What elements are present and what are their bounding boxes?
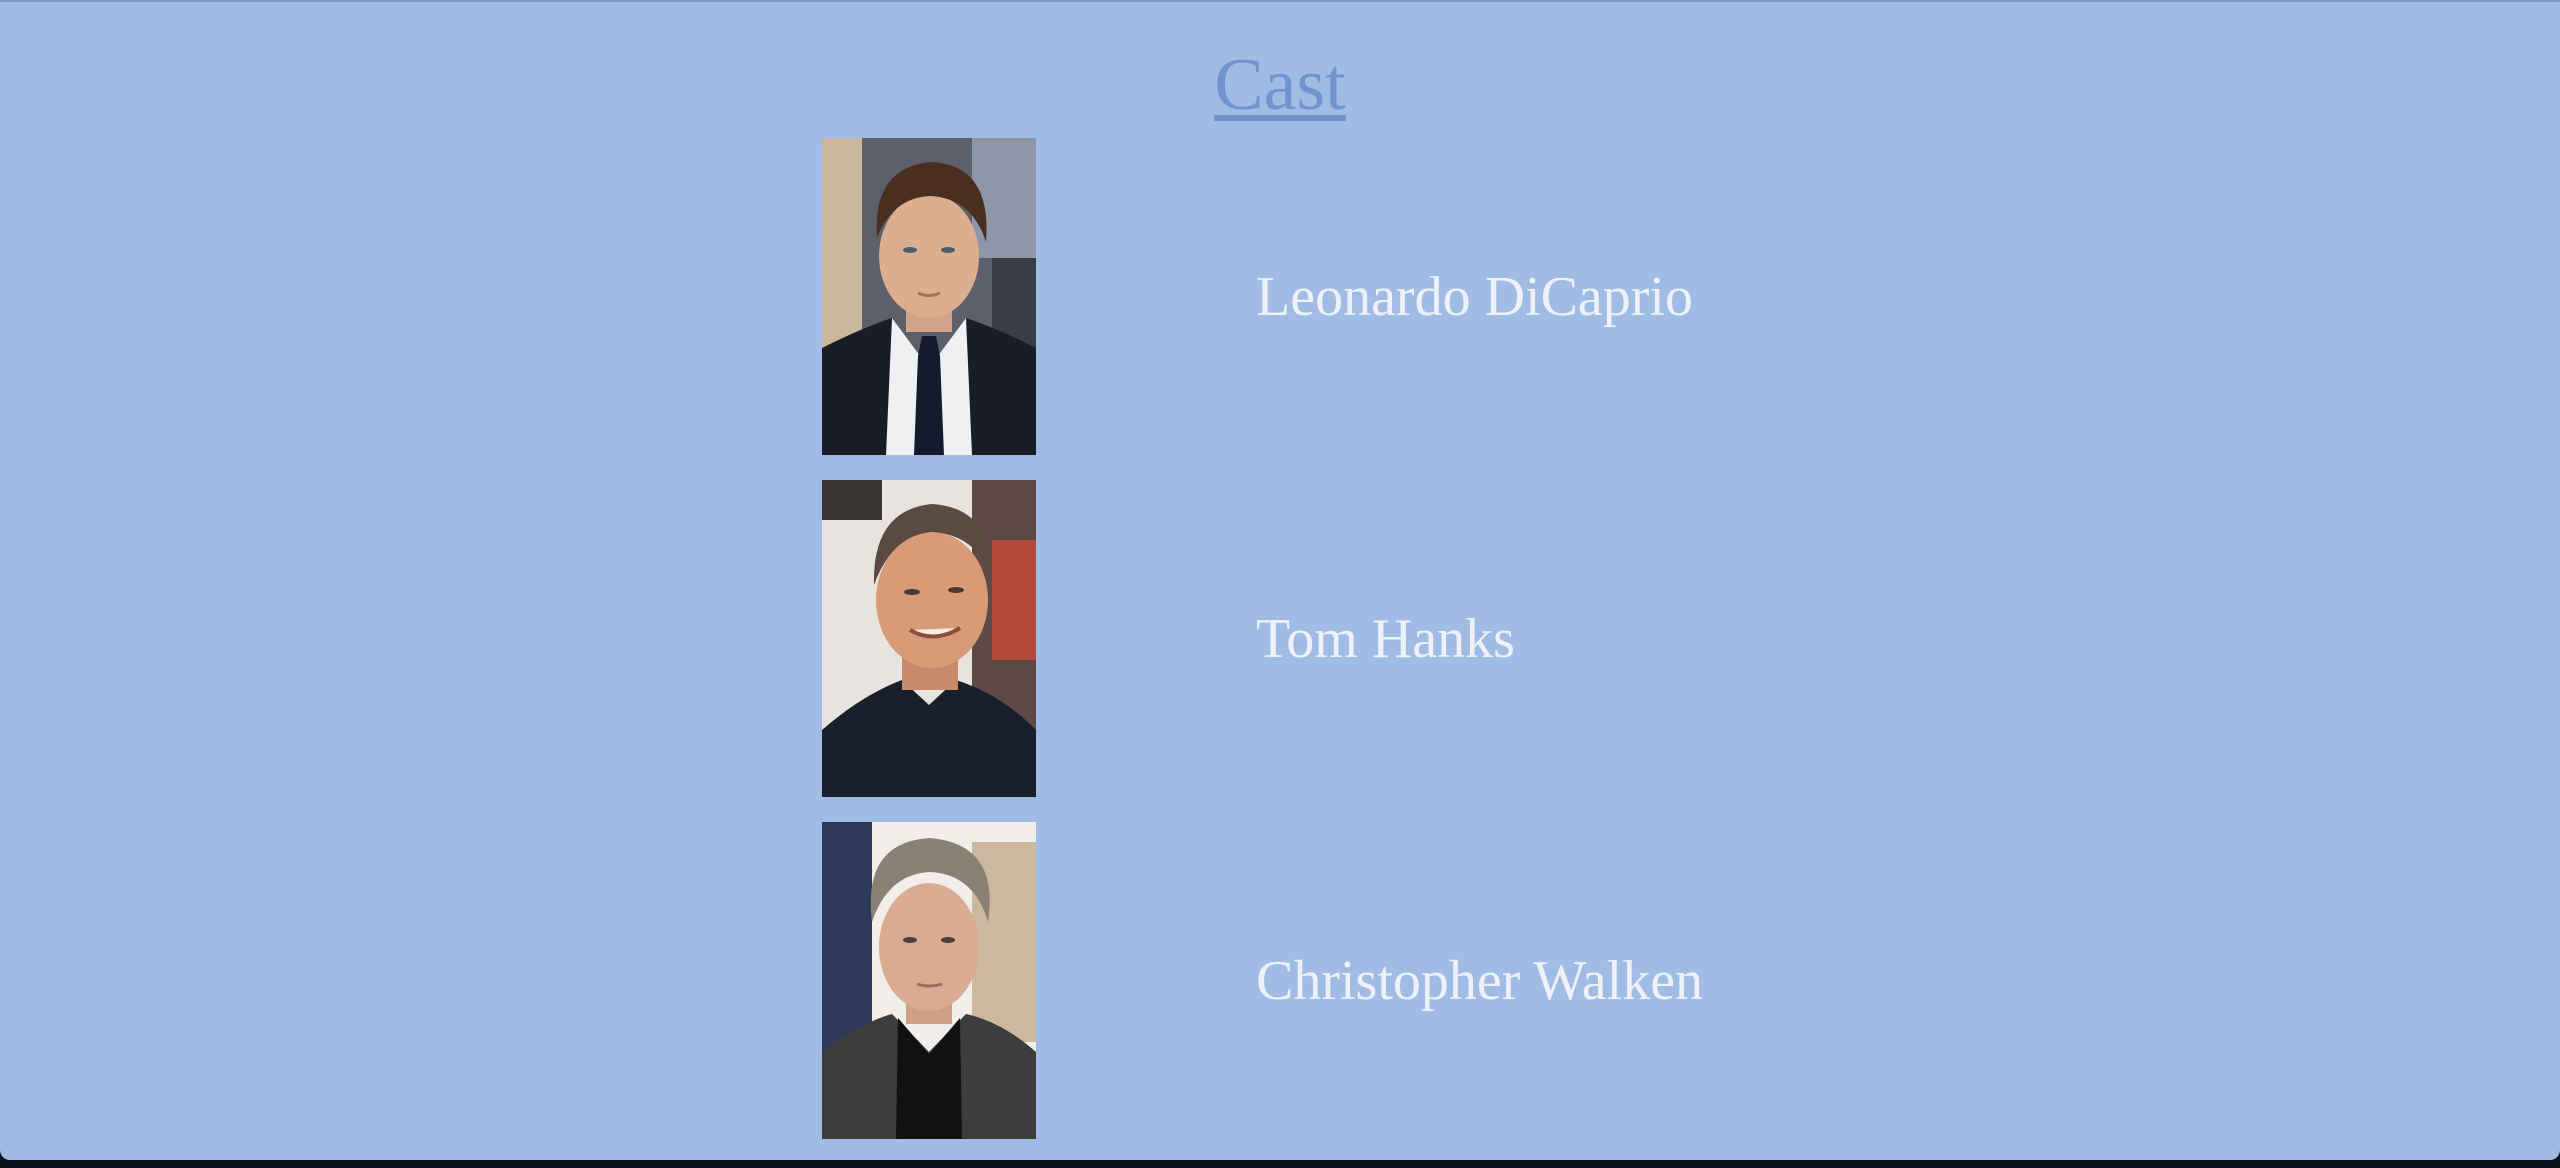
cast-title-link[interactable]: Cast [0, 40, 2560, 130]
actor-name: Tom Hanks [1256, 608, 1515, 670]
actor-name: Leonardo DiCaprio [1256, 266, 1693, 328]
actor-name: Christopher Walken [1256, 950, 1704, 1012]
cast-member-row: Leonardo DiCaprio [822, 138, 2222, 456]
actor-photo[interactable] [822, 480, 1036, 797]
actor-photo[interactable] [822, 822, 1036, 1139]
cast-page: Cast Leonardo DiCaprio Tom Hanks Christo… [0, 0, 2560, 1160]
cast-member-row: Tom Hanks [822, 480, 2222, 798]
cast-member-row: Christopher Walken [822, 822, 2222, 1140]
actor-photo[interactable] [822, 138, 1036, 455]
